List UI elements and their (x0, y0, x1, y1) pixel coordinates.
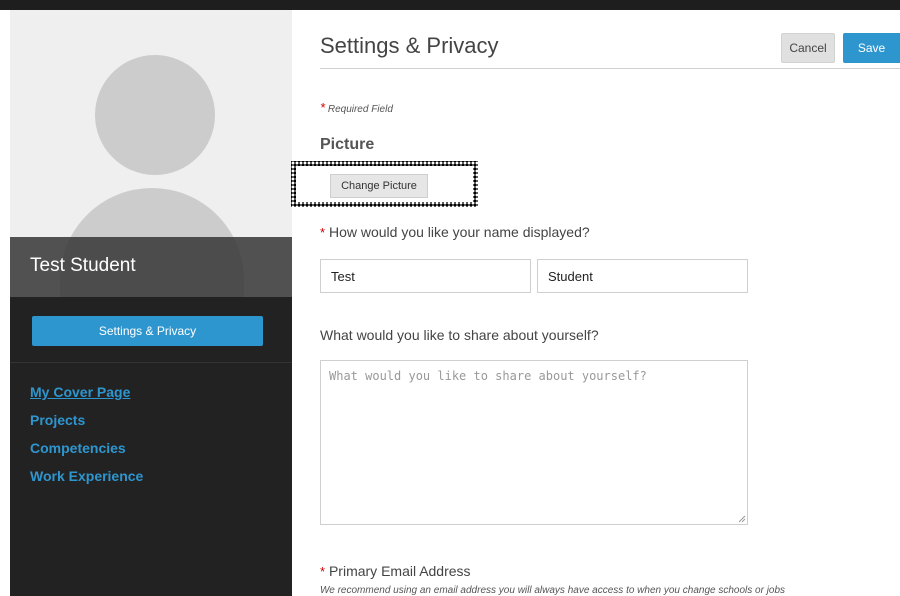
sidebar-item-my-cover-page[interactable]: My Cover Page (10, 384, 143, 412)
sidebar-item-work-experience[interactable]: Work Experience (10, 468, 143, 496)
header-divider (320, 68, 900, 69)
last-name-input[interactable] (537, 259, 748, 293)
settings-form: Settings & Privacy Cancel Save * Require… (291, 10, 900, 596)
share-about-label: What would you like to share about yours… (320, 327, 599, 343)
picture-heading: Picture (320, 136, 375, 153)
name-band: Test Student (10, 237, 292, 297)
avatar-placeholder-head (95, 55, 215, 175)
required-star: * (320, 225, 326, 240)
top-bar (0, 0, 900, 10)
change-picture-button[interactable]: Change Picture (330, 174, 428, 198)
page-title: Settings & Privacy (320, 33, 499, 58)
sidebar: Test Student Settings & Privacy My Cover… (10, 10, 292, 596)
primary-email-text: Primary Email Address (328, 563, 471, 579)
sidebar-divider (10, 362, 292, 363)
required-star: * (320, 564, 326, 579)
required-note-text: Required Field (327, 104, 393, 115)
sidebar-nav: My Cover Page Projects Competencies Work… (10, 384, 143, 496)
avatar[interactable]: Test Student (10, 10, 292, 297)
cancel-button[interactable]: Cancel (781, 33, 835, 63)
email-recommendation-note: We recommend using an email address you … (320, 585, 786, 596)
required-star: * (320, 100, 326, 115)
resize-grip-icon[interactable] (738, 515, 746, 523)
primary-email-label: * Primary Email Address (320, 563, 471, 579)
required-field-note: * Required Field (320, 100, 393, 115)
first-name-input[interactable] (320, 259, 531, 293)
save-button[interactable]: Save (843, 33, 900, 63)
name-display-question: How would you like your name displayed? (328, 224, 590, 240)
name-display-label: * How would you like your name displayed… (320, 224, 590, 240)
student-name: Test Student (30, 255, 136, 276)
about-textarea[interactable] (320, 360, 748, 525)
settings-privacy-button[interactable]: Settings & Privacy (32, 316, 263, 346)
window-edge (0, 10, 10, 596)
sidebar-item-projects[interactable]: Projects (10, 412, 143, 440)
sidebar-item-competencies[interactable]: Competencies (10, 440, 143, 468)
